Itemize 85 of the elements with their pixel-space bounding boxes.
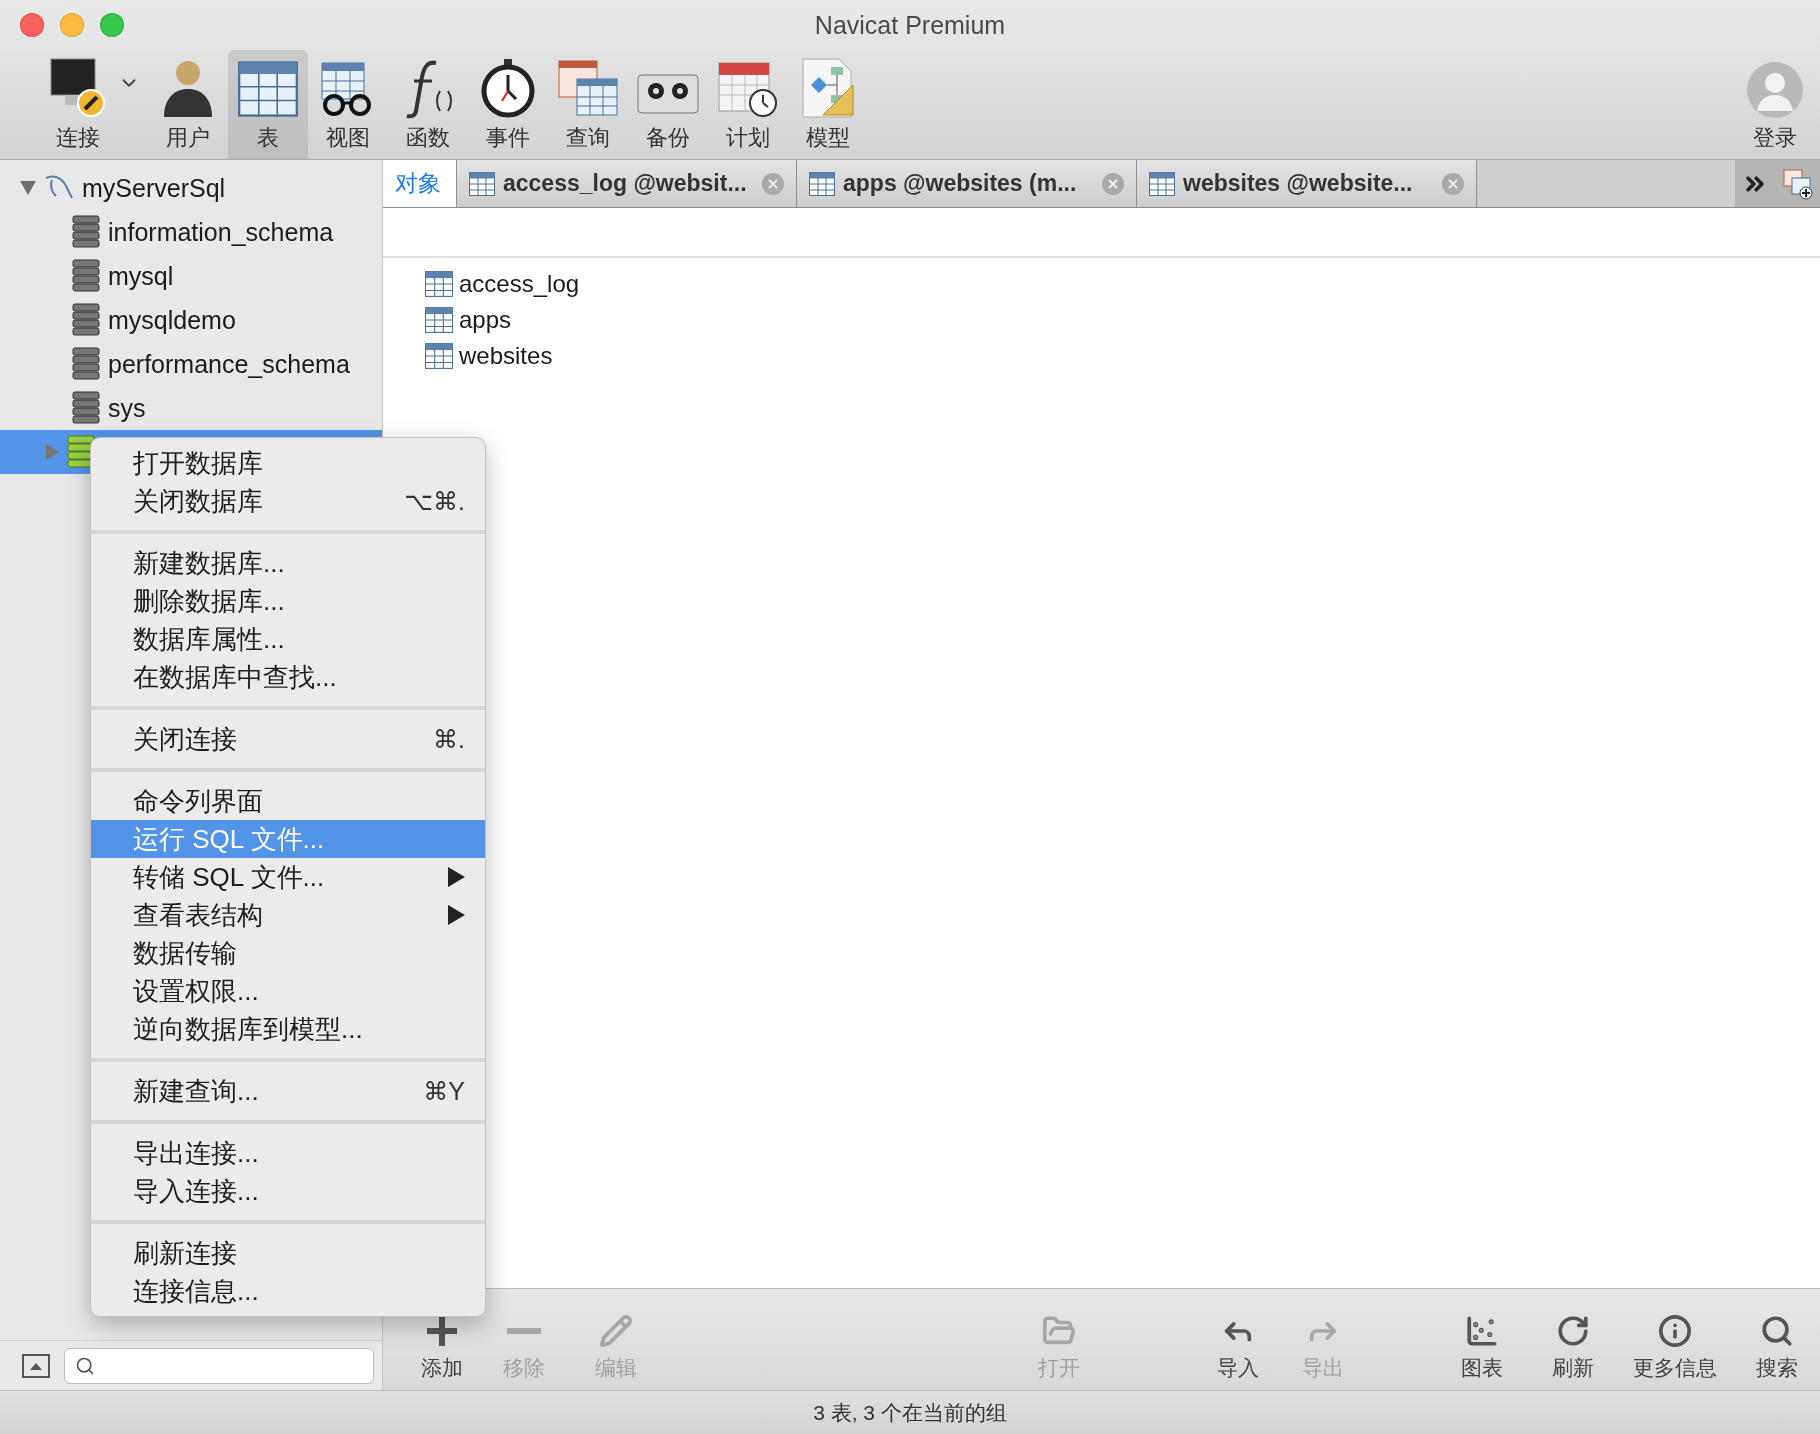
menu-item[interactable]: 关闭连接 ⌘. <box>91 720 485 758</box>
menu-item[interactable]: 导入连接... <box>91 1172 485 1210</box>
toolbar-button[interactable]: 导入 <box>1204 1289 1272 1390</box>
toolbar-button[interactable]: 连接 <box>38 50 118 159</box>
list-item[interactable]: access_log <box>425 266 1820 302</box>
table-icon <box>809 171 835 196</box>
menu-item[interactable]: 新建数据库... <box>91 544 485 582</box>
menu-item[interactable]: 导出连接... <box>91 1134 485 1172</box>
menu-item[interactable]: 逆向数据库到模型... <box>91 1010 485 1048</box>
tab[interactable]: 对象 <box>383 160 457 207</box>
tree-item[interactable]: myServerSql <box>0 166 382 210</box>
status-text: 3 表, 3 个在当前的组 <box>813 1399 1007 1426</box>
toolbar-button[interactable]: 模型 <box>788 50 868 159</box>
toolbar-button[interactable]: 查询 <box>548 50 628 159</box>
tab[interactable]: apps @websites (m... <box>797 160 1137 207</box>
minus-icon <box>506 1328 541 1334</box>
table-icon <box>1149 171 1175 196</box>
pencil-icon <box>598 1314 633 1348</box>
list-item[interactable]: websites <box>425 338 1820 374</box>
tree-item[interactable]: mysql <box>0 254 382 298</box>
menu-item[interactable]: 删除数据库... <box>91 582 485 620</box>
refresh-icon <box>1556 1314 1591 1348</box>
chart-icon <box>1464 1314 1499 1348</box>
tree-item[interactable]: performance_schema <box>0 342 382 386</box>
tree-item[interactable]: mysqldemo <box>0 298 382 342</box>
diagram-icon <box>799 57 857 119</box>
search-field[interactable] <box>64 1347 374 1384</box>
search-icon <box>75 1355 95 1376</box>
menu-item[interactable]: 数据传输 <box>91 934 485 972</box>
database-icon <box>72 347 100 381</box>
toolbar-button[interactable]: 计划 <box>708 50 788 159</box>
menu-item[interactable]: 刷新连接 <box>91 1234 485 1272</box>
tree-item[interactable]: information_schema <box>0 210 382 254</box>
database-icon <box>72 259 100 293</box>
toolbar-button[interactable]: 表 <box>228 50 308 159</box>
tab[interactable]: access_log @websit... <box>457 160 797 207</box>
toolbar-button[interactable]: 用户 <box>148 50 228 159</box>
login-button[interactable]: 登录 <box>1730 50 1820 159</box>
zoom-button[interactable] <box>100 13 124 37</box>
menu-item[interactable]: 转储 SQL 文件... <box>91 858 485 896</box>
menu-item[interactable]: 关闭数据库 ⌥⌘. <box>91 482 485 520</box>
toolbar-button[interactable]: 事件 <box>468 50 548 159</box>
plus-icon <box>426 1316 457 1346</box>
menu-item[interactable]: 数据库属性... <box>91 620 485 658</box>
toolbar-button[interactable]: 视图 <box>308 50 388 159</box>
disclosure-triangle-icon[interactable] <box>20 181 36 195</box>
close-icon[interactable] <box>1442 172 1464 195</box>
minimize-button[interactable] <box>60 13 84 37</box>
toolbar-button[interactable]: 更多信息 <box>1617 1289 1733 1390</box>
list-item[interactable]: apps <box>425 302 1820 338</box>
window-title: Navicat Premium <box>814 10 1006 40</box>
toolbar-button[interactable]: 函数 <box>388 50 468 159</box>
avatar-icon <box>1746 61 1804 119</box>
close-button[interactable] <box>20 13 44 37</box>
table-icon <box>425 271 453 297</box>
menu-item[interactable]: 查看表结构 <box>91 896 485 934</box>
tab[interactable]: websites @website... <box>1137 160 1477 207</box>
table-icon <box>425 307 453 333</box>
table-icon <box>425 343 453 369</box>
menu-item[interactable]: 打开数据库 <box>91 444 485 482</box>
tree-item[interactable]: sys <box>0 386 382 430</box>
menu-item[interactable]: 新建查询... ⌘Y <box>91 1072 485 1110</box>
shortcut-text: ⌘. <box>433 724 465 754</box>
shortcut-text: ⌘Y <box>423 1076 465 1106</box>
info-icon <box>1658 1314 1692 1348</box>
shortcut-text: ⌥⌘. <box>404 486 465 516</box>
database-icon <box>72 391 100 425</box>
collapse-icon[interactable] <box>22 1353 50 1378</box>
toolbar-button[interactable]: 图表 <box>1433 1289 1530 1390</box>
close-icon[interactable] <box>762 172 784 195</box>
search-icon <box>1759 1314 1794 1348</box>
new-table-icon[interactable] <box>1781 167 1814 200</box>
menu-item[interactable]: 在数据库中查找... <box>91 658 485 696</box>
table-icon <box>238 59 298 119</box>
toolbar-button[interactable]: 搜索 <box>1733 1289 1820 1390</box>
tables-icon <box>557 59 619 119</box>
table-icon <box>469 171 495 196</box>
stopwatch-icon <box>479 57 537 119</box>
toolbar-button[interactable]: 备份 <box>628 50 708 159</box>
menu-item[interactable]: 命令列界面 <box>91 782 485 820</box>
database-icon <box>72 303 100 337</box>
database-icon <box>72 215 100 249</box>
close-icon[interactable] <box>1102 172 1124 195</box>
menu-item[interactable]: 设置权限... <box>91 972 485 1010</box>
toolbar-button[interactable]: 刷新 <box>1529 1289 1617 1390</box>
